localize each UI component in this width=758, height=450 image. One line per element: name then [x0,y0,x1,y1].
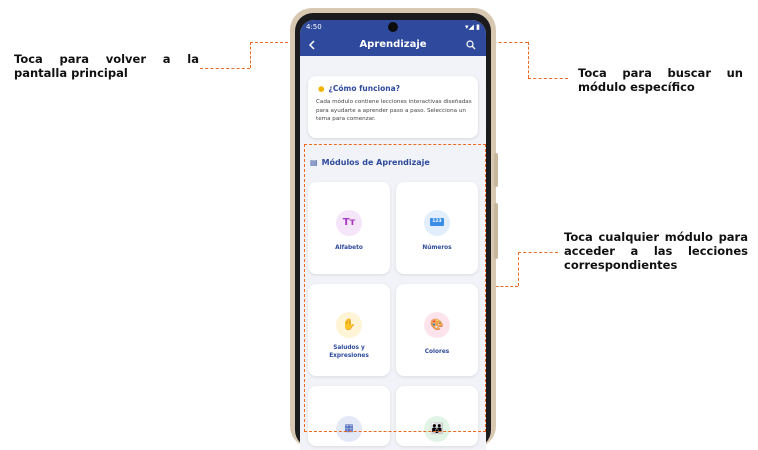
search-icon [466,40,476,50]
search-button[interactable] [466,34,480,56]
modules-highlight-box [304,144,486,432]
annotation-back: Toca para volver a la pantalla principal [14,52,199,80]
info-card: ● ¿Cómo funciona? Cada módulo contiene le… [308,76,478,138]
volume-button [494,203,498,259]
status-icons: ▾◢ ▮ [465,23,480,31]
front-camera [388,22,398,32]
info-card-header: ● ¿Cómo funciona? [318,84,400,93]
info-card-title: ¿Cómo funciona? [328,84,400,93]
lightbulb-icon: ● [318,84,325,93]
power-button [494,153,498,187]
app-bar: Aprendizaje [300,34,486,56]
info-card-text: Cada módulo contiene lecciones interacti… [316,99,472,122]
annotation-search: Toca para buscar un módulo específico [578,66,743,94]
connector-search-v [528,42,529,78]
status-time: 4:50 [306,23,322,31]
connector-search-h2 [528,78,568,79]
connector-modules-h2 [518,252,558,253]
connector-back-v [250,42,251,68]
page-title: Aprendizaje [359,39,427,50]
connector-back-h1 [200,68,250,69]
annotation-modules: Toca cualquier módulo para acceder a las… [564,230,748,272]
connector-modules-v [518,252,519,286]
